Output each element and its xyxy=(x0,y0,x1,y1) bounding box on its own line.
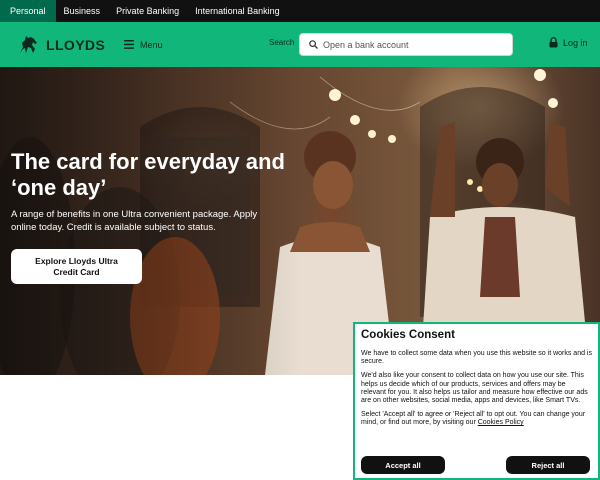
reject-all-button[interactable]: Reject all xyxy=(506,456,590,474)
search-label: Search xyxy=(269,38,295,47)
padlock-icon xyxy=(549,37,558,48)
search-box[interactable] xyxy=(299,33,513,56)
cookie-paragraph-1: We have to collect some data when you us… xyxy=(361,350,592,366)
cookie-actions: Accept all Reject all xyxy=(361,456,590,474)
menu-icon xyxy=(124,40,134,49)
segment-personal[interactable]: Personal xyxy=(0,0,56,22)
site-header: LLOYDS Menu Search Log in xyxy=(0,22,600,67)
cookie-paragraph-3: Select 'Accept all' to agree or 'Reject … xyxy=(361,411,592,427)
search-icon xyxy=(309,40,318,49)
login-button[interactable]: Log in xyxy=(549,37,588,48)
segment-private-banking[interactable]: Private Banking xyxy=(108,0,187,22)
logo-text: LLOYDS xyxy=(46,36,106,53)
accept-all-button[interactable]: Accept all xyxy=(361,456,445,474)
segment-nav: Personal Business Private Banking Intern… xyxy=(0,0,600,22)
cookie-title: Cookies Consent xyxy=(361,329,455,341)
cookies-policy-link[interactable]: Cookies Policy xyxy=(478,419,524,426)
cookie-paragraph-3-text: Select 'Accept all' to agree or 'Reject … xyxy=(361,411,586,427)
hero-title: The card for everyday and ‘one day’ xyxy=(11,149,285,200)
menu-label: Menu xyxy=(140,39,163,50)
login-label: Log in xyxy=(563,37,588,48)
cookie-paragraph-2: We'd also like your consent to collect d… xyxy=(361,372,588,405)
cookie-consent-dialog: Cookies Consent We have to collect some … xyxy=(353,322,600,480)
segment-business[interactable]: Business xyxy=(56,0,109,22)
explore-ultra-card-button[interactable]: Explore Lloyds Ultra Credit Card xyxy=(11,249,142,284)
lloyds-logo[interactable]: LLOYDS xyxy=(17,34,105,55)
menu-button[interactable]: Menu xyxy=(124,36,163,53)
search-input[interactable] xyxy=(323,39,503,50)
segment-international-banking[interactable]: International Banking xyxy=(187,0,288,22)
hero-subtitle: A range of benefits in one Ultra conveni… xyxy=(11,209,258,233)
horse-logo-icon xyxy=(20,36,37,53)
